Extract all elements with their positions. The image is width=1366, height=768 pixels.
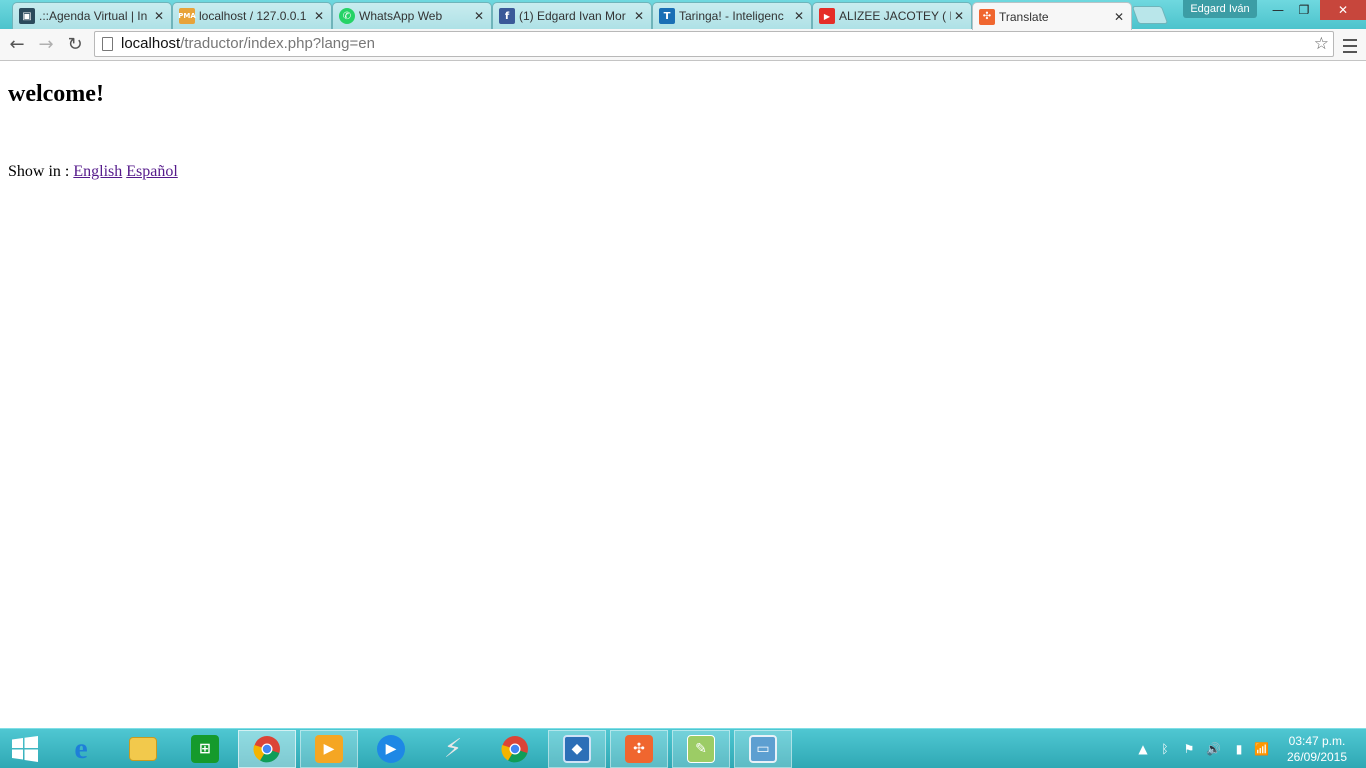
profile-button[interactable]: Edgard Iván bbox=[1183, 0, 1257, 18]
tab-title: WhatsApp Web bbox=[359, 9, 443, 23]
taskbar-windows-media-player[interactable]: ▶ bbox=[362, 730, 420, 768]
xampp-icon: ✣ bbox=[625, 735, 653, 763]
forward-arrow-icon[interactable]: → bbox=[33, 32, 59, 58]
whatsapp-icon: ✆ bbox=[339, 8, 355, 24]
new-tab-button[interactable] bbox=[1131, 6, 1169, 24]
play-icon: ▶ bbox=[377, 735, 405, 763]
taskbar-media-player[interactable]: ▶ bbox=[300, 730, 358, 768]
browser-tab-strip: ▣ .::Agenda Virtual | In ✕ PMA localhost… bbox=[0, 0, 1366, 30]
tab-translate[interactable]: ✣ Translate ✕ bbox=[972, 2, 1132, 30]
close-icon[interactable]: ✕ bbox=[151, 9, 167, 23]
video-player-icon: ▶ bbox=[315, 735, 343, 763]
english-link[interactable]: English bbox=[73, 163, 122, 180]
windows-taskbar: e ⊞ ▶ ▶ ⚡ ◆ ✣ ✎ ▭ ▲ ᛒ ⚑ 🔊 ▮ 📶 03:47 p.m.… bbox=[0, 728, 1366, 768]
tab-title: (1) Edgard Ivan Mor bbox=[519, 9, 626, 23]
close-icon[interactable]: ✕ bbox=[791, 9, 807, 23]
window-close-icon[interactable]: ✕ bbox=[1320, 0, 1366, 20]
page-content: welcome! Show in : English Español bbox=[0, 62, 1366, 728]
taringa-icon: T bbox=[659, 8, 675, 24]
volume-icon[interactable]: 🔊 bbox=[1206, 741, 1221, 757]
close-icon[interactable]: ✕ bbox=[631, 9, 647, 23]
close-icon[interactable]: ✕ bbox=[311, 9, 327, 23]
address-bar[interactable]: localhost/traductor/index.php?lang=en ☆ bbox=[94, 31, 1334, 57]
battery-icon[interactable]: ▮ bbox=[1232, 741, 1246, 757]
page-heading: welcome! bbox=[8, 81, 104, 107]
chrome-icon bbox=[501, 736, 528, 763]
taskbar-photo-viewer[interactable]: ▭ bbox=[734, 730, 792, 768]
taskbar-store[interactable]: ⊞ bbox=[176, 730, 234, 768]
wifi-signal-icon[interactable]: 📶 bbox=[1254, 741, 1269, 757]
facebook-icon: f bbox=[499, 8, 515, 24]
restore-icon[interactable]: ❐ bbox=[1292, 0, 1316, 20]
show-hidden-icons-icon[interactable]: ▲ bbox=[1136, 741, 1150, 757]
close-icon[interactable]: ✕ bbox=[951, 9, 967, 23]
page-icon bbox=[102, 37, 113, 51]
visual-studio-icon: ⚡ bbox=[443, 734, 463, 764]
close-icon[interactable]: ✕ bbox=[471, 9, 487, 23]
system-clock[interactable]: 03:47 p.m. 26/09/2015 bbox=[1282, 733, 1352, 765]
chrome-menu-icon[interactable] bbox=[1340, 32, 1360, 58]
clock-time: 03:47 p.m. bbox=[1288, 734, 1346, 748]
taskbar-internet-explorer[interactable]: e bbox=[52, 730, 110, 768]
tab-title: localhost / 127.0.0.1 bbox=[199, 9, 307, 23]
tab-title: .::Agenda Virtual | In bbox=[39, 9, 148, 23]
show-in-label: Show in : bbox=[8, 163, 70, 180]
taskbar-chrome-running[interactable] bbox=[238, 730, 296, 768]
start-button[interactable] bbox=[0, 730, 50, 768]
language-selector: Show in : English Español bbox=[8, 163, 178, 181]
url-text: localhost/traductor/index.php?lang=en bbox=[121, 32, 375, 56]
image-icon: ▭ bbox=[749, 735, 777, 763]
notepad-icon: ✎ bbox=[687, 735, 715, 763]
close-icon[interactable]: ✕ bbox=[1111, 10, 1127, 24]
windows-logo-icon bbox=[12, 736, 38, 762]
taskbar-virtualbox[interactable]: ◆ bbox=[548, 730, 606, 768]
taskbar-chrome[interactable] bbox=[486, 730, 544, 768]
clock-date: 26/09/2015 bbox=[1286, 750, 1348, 764]
tab-taringa[interactable]: T Taringa! - Inteligenc ✕ bbox=[652, 2, 812, 29]
phpmyadmin-icon: PMA bbox=[178, 8, 196, 24]
taskbar-xampp[interactable]: ✣ bbox=[610, 730, 668, 768]
store-icon: ⊞ bbox=[191, 735, 219, 763]
folder-icon bbox=[129, 737, 157, 761]
back-arrow-icon[interactable]: ← bbox=[4, 32, 30, 58]
action-center-flag-icon[interactable]: ⚑ bbox=[1182, 741, 1196, 757]
taskbar-file-explorer[interactable] bbox=[114, 730, 172, 768]
system-tray: ▲ ᛒ ⚑ 🔊 ▮ 📶 bbox=[1132, 729, 1282, 768]
agenda-icon: ▣ bbox=[19, 8, 35, 24]
tab-agenda-virtual[interactable]: ▣ .::Agenda Virtual | In ✕ bbox=[12, 2, 172, 29]
browser-toolbar: ← → ↻ localhost/traductor/index.php?lang… bbox=[0, 29, 1366, 61]
xampp-icon: ✣ bbox=[979, 8, 995, 25]
bookmark-star-icon[interactable]: ☆ bbox=[1314, 32, 1329, 56]
url-path: /traductor/index.php?lang=en bbox=[180, 35, 375, 52]
spanish-link[interactable]: Español bbox=[126, 163, 178, 180]
chrome-icon bbox=[253, 736, 280, 763]
tab-phpmyadmin[interactable]: PMA localhost / 127.0.0.1 ✕ bbox=[172, 2, 332, 29]
internet-explorer-icon: e bbox=[74, 732, 88, 765]
url-host: localhost bbox=[121, 35, 181, 52]
virtualbox-icon: ◆ bbox=[563, 735, 591, 763]
bluetooth-icon[interactable]: ᛒ bbox=[1158, 741, 1172, 757]
tab-facebook[interactable]: f (1) Edgard Ivan Mor ✕ bbox=[492, 2, 652, 29]
youtube-icon: ▶ bbox=[819, 8, 835, 24]
taskbar-notepad-plus-plus[interactable]: ✎ bbox=[672, 730, 730, 768]
tab-title: Taringa! - Inteligenc bbox=[679, 9, 784, 23]
minimize-icon[interactable]: — bbox=[1266, 0, 1290, 20]
tab-title: ALIZEE JACOTEY ( L bbox=[839, 9, 951, 23]
tab-youtube[interactable]: ▶ ALIZEE JACOTEY ( L ✕ bbox=[812, 2, 972, 29]
tab-whatsapp[interactable]: ✆ WhatsApp Web ✕ bbox=[332, 2, 492, 29]
tab-title: Translate bbox=[999, 9, 1049, 24]
taskbar-visual-studio[interactable]: ⚡ bbox=[424, 730, 482, 768]
reload-icon[interactable]: ↻ bbox=[62, 32, 88, 58]
